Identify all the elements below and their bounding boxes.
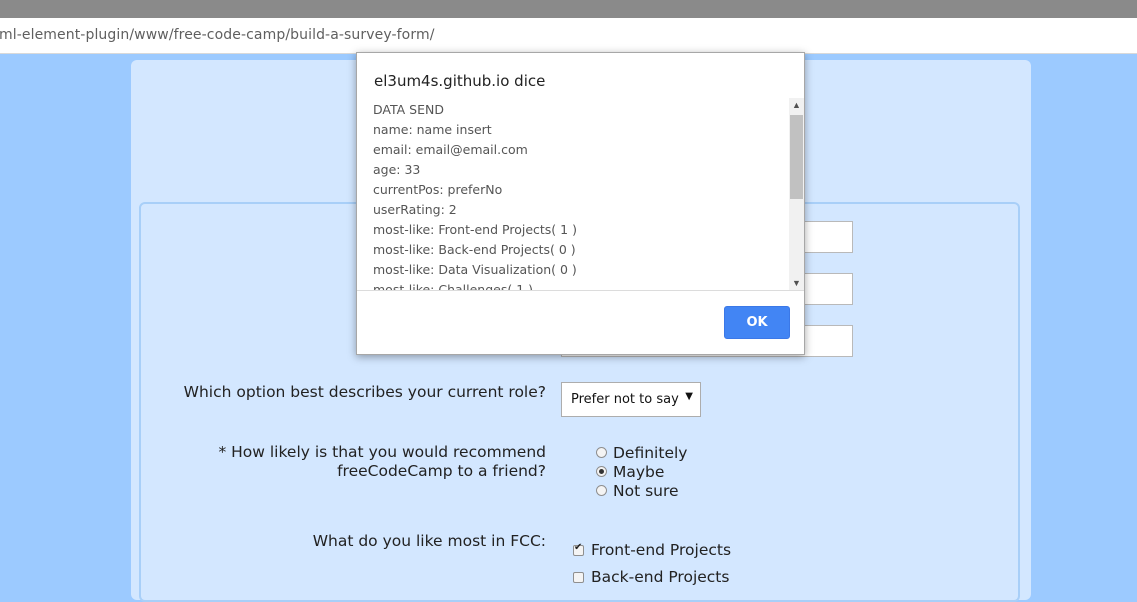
recommend-question-label: * How likely is that you would recommend… <box>218 443 546 481</box>
message-line: userRating: 2 <box>373 202 457 217</box>
message-line: most-like: Back-end Projects( 0 ) <box>373 242 576 257</box>
message-line: currentPos: preferNo <box>373 182 503 197</box>
address-bar[interactable]: ml-element-plugin/www/free-code-camp/bui… <box>0 18 1137 54</box>
message-line: most-like: Challenges( 1 ) <box>373 282 534 290</box>
radio-option-not-sure[interactable]: Not sure <box>596 481 679 500</box>
browser-top-strip <box>0 0 1137 18</box>
checkbox-label: Front-end Projects <box>591 541 732 559</box>
checkbox-label: Back-end Projects <box>591 568 730 586</box>
radio-label: Definitely <box>613 443 688 462</box>
scroll-down-arrow-icon[interactable]: ▼ <box>789 276 804 290</box>
radio-option-maybe[interactable]: Maybe <box>596 462 664 481</box>
checkbox-checked[interactable] <box>573 542 584 556</box>
radio-button-checked[interactable] <box>596 466 607 477</box>
recommend-question-line2: freeCodeCamp to a friend? <box>337 462 546 480</box>
alert-dialog: el3um4s.github.io dice DATA SEND name: n… <box>356 52 805 355</box>
radio-label: Not sure <box>613 481 679 500</box>
scroll-up-arrow-icon[interactable]: ▲ <box>789 98 804 112</box>
message-line: DATA SEND <box>373 102 444 117</box>
radio-button[interactable] <box>596 485 607 496</box>
checkbox[interactable] <box>573 571 584 583</box>
checkbox-option-front-end[interactable]: Front-end Projects <box>573 540 731 560</box>
dialog-title: el3um4s.github.io dice <box>374 72 546 90</box>
radio-button[interactable] <box>596 447 607 458</box>
recommend-question-line1: * How likely is that you would recommend <box>218 443 546 461</box>
dropdown-arrow-icon: ▼ <box>685 391 693 402</box>
message-line: email: email@email.com <box>373 142 528 157</box>
dialog-message: DATA SEND name: name insert email: email… <box>357 98 804 290</box>
address-url: ml-element-plugin/www/free-code-camp/bui… <box>0 27 435 43</box>
message-line: most-like: Data Visualization( 0 ) <box>373 262 577 277</box>
role-select[interactable]: Prefer not to say ▼ <box>561 382 701 417</box>
radio-option-definitely[interactable]: Definitely <box>596 443 687 462</box>
checkbox-option-back-end[interactable]: Back-end Projects <box>573 567 729 587</box>
message-line: age: 33 <box>373 162 421 177</box>
dialog-divider <box>357 290 804 291</box>
scrollbar-thumb[interactable] <box>790 115 803 199</box>
role-question-label: Which option best describes your current… <box>183 383 546 401</box>
ok-button[interactable]: OK <box>724 306 790 339</box>
role-select-value: Prefer not to say <box>571 392 679 407</box>
dialog-scrollbar[interactable]: ▲ ▼ <box>789 98 804 290</box>
message-line: name: name insert <box>373 122 492 137</box>
like-question-label: What do you like most in FCC: <box>312 532 546 550</box>
radio-label: Maybe <box>613 462 665 481</box>
message-line: most-like: Front-end Projects( 1 ) <box>373 222 577 237</box>
